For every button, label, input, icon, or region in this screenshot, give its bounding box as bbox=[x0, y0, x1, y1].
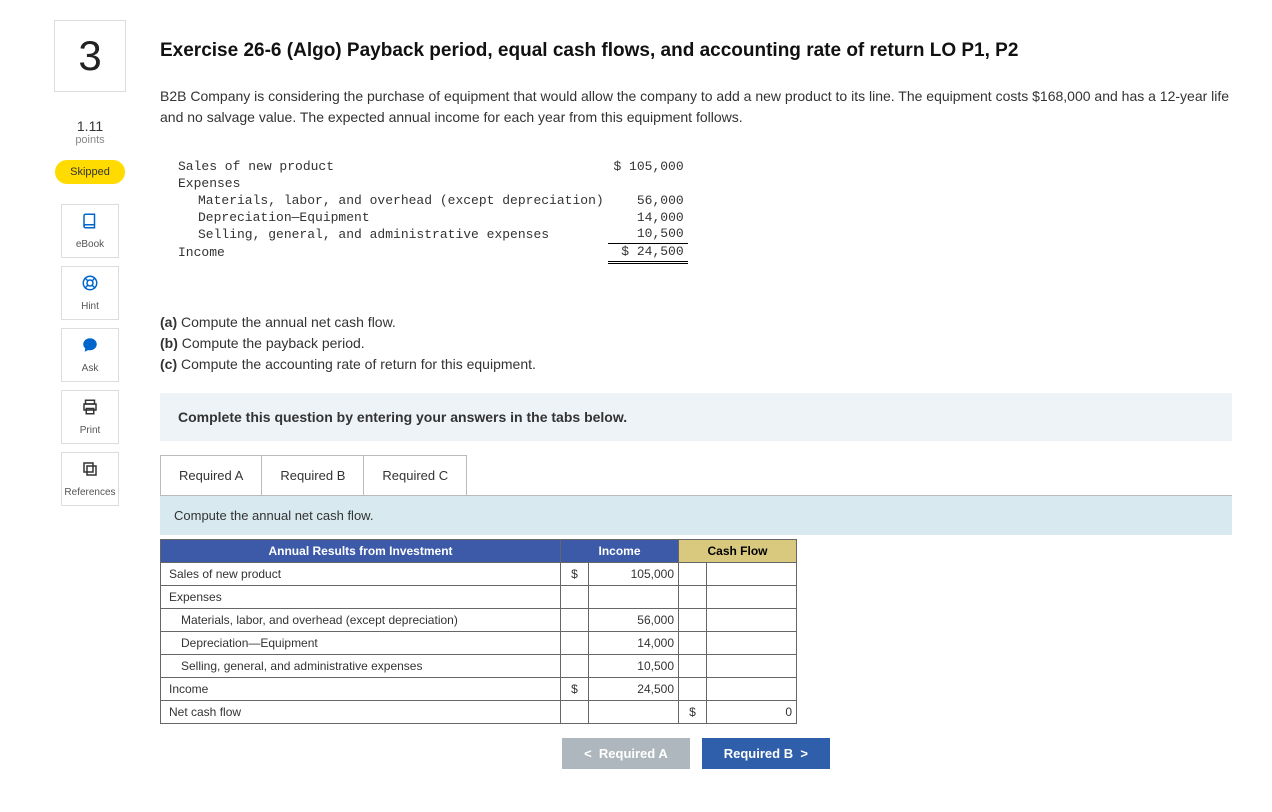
row-dep-label[interactable]: Depreciation—Equipment bbox=[161, 632, 561, 655]
row-income-label[interactable]: Income bbox=[161, 678, 561, 701]
income-statement: Sales of new product$ 105,000 Expenses M… bbox=[174, 142, 1232, 298]
th-income: Income bbox=[561, 540, 679, 563]
part-b-label: (b) bbox=[160, 335, 178, 351]
answer-table: Annual Results from Investment Income Ca… bbox=[160, 539, 797, 724]
part-a-label: (a) bbox=[160, 314, 177, 330]
stmt-mlo-label: Materials, labor, and overhead (except d… bbox=[174, 193, 608, 210]
chevron-left-icon: < bbox=[584, 746, 599, 761]
row-ncf-label[interactable]: Net cash flow bbox=[161, 701, 561, 724]
tab-required-c[interactable]: Required C bbox=[363, 455, 467, 495]
row-sales-val[interactable]: 105,000 bbox=[589, 563, 679, 586]
question-number-box: 3 bbox=[54, 20, 126, 92]
table-row: Sales of new product $ 105,000 bbox=[161, 563, 797, 586]
print-button[interactable]: Print bbox=[61, 390, 119, 444]
stmt-income-label: Income bbox=[174, 244, 608, 263]
stmt-income-amt: $ 24,500 bbox=[608, 244, 688, 263]
book-icon bbox=[81, 212, 99, 235]
ask-label: Ask bbox=[82, 363, 99, 374]
tab-required-b[interactable]: Required B bbox=[261, 455, 364, 495]
row-mlo-val[interactable]: 56,000 bbox=[589, 609, 679, 632]
tab-nav-buttons: < Required A Required B > bbox=[160, 738, 1232, 769]
stmt-exp-label: Expenses bbox=[174, 176, 608, 193]
points-value: 1.11 bbox=[40, 118, 140, 134]
chat-icon bbox=[81, 336, 99, 359]
row-exp-label[interactable]: Expenses bbox=[161, 586, 561, 609]
stmt-dep-label: Depreciation—Equipment bbox=[174, 210, 608, 227]
row-sales-cur: $ bbox=[561, 563, 589, 586]
hint-button[interactable]: Hint bbox=[61, 266, 119, 320]
stmt-sales-amt: $ 105,000 bbox=[608, 159, 688, 176]
table-row: Income $ 24,500 bbox=[161, 678, 797, 701]
references-label: References bbox=[64, 487, 115, 498]
points-label: points bbox=[40, 134, 140, 146]
table-row: Expenses bbox=[161, 586, 797, 609]
copy-icon bbox=[81, 460, 99, 483]
references-button[interactable]: References bbox=[61, 452, 119, 506]
print-label: Print bbox=[80, 425, 101, 436]
ebook-button[interactable]: eBook bbox=[61, 204, 119, 258]
question-parts: (a) Compute the annual net cash flow. (b… bbox=[160, 312, 1232, 375]
stmt-sales-label: Sales of new product bbox=[174, 159, 608, 176]
next-tab-label: Required B bbox=[724, 746, 793, 761]
row-sales-cf-cur bbox=[679, 563, 707, 586]
part-a-text: Compute the annual net cash flow. bbox=[177, 314, 396, 330]
tab-required-a[interactable]: Required A bbox=[160, 455, 262, 495]
row-dep-cf-input[interactable] bbox=[707, 632, 797, 655]
ask-button[interactable]: Ask bbox=[61, 328, 119, 382]
prompt-text: B2B Company is considering the purchase … bbox=[160, 86, 1232, 128]
prev-tab-button[interactable]: < Required A bbox=[562, 738, 690, 769]
row-ncf-val[interactable]: 0 bbox=[707, 701, 797, 724]
th-cashflow: Cash Flow bbox=[679, 540, 797, 563]
part-c-text: Compute the accounting rate of return fo… bbox=[177, 356, 536, 372]
stmt-dep-amt: 14,000 bbox=[608, 210, 688, 227]
stmt-sga-label: Selling, general, and administrative exp… bbox=[174, 226, 608, 243]
sidebar: 3 1.11 points Skipped eBook Hint Ask bbox=[40, 20, 140, 769]
next-tab-button[interactable]: Required B > bbox=[702, 738, 830, 769]
row-income-cur: $ bbox=[561, 678, 589, 701]
points-block: 1.11 points bbox=[40, 118, 140, 146]
printer-icon bbox=[81, 398, 99, 421]
answer-tabs: Required A Required B Required C bbox=[160, 455, 1232, 495]
row-ncf-cur: $ bbox=[679, 701, 707, 724]
row-income-val[interactable]: 24,500 bbox=[589, 678, 679, 701]
main-content: Exercise 26-6 (Algo) Payback period, equ… bbox=[160, 20, 1232, 769]
row-mlo-label[interactable]: Materials, labor, and overhead (except d… bbox=[161, 609, 561, 632]
exercise-title: Exercise 26-6 (Algo) Payback period, equ… bbox=[160, 40, 1232, 62]
ebook-label: eBook bbox=[76, 239, 104, 250]
row-sga-val[interactable]: 10,500 bbox=[589, 655, 679, 678]
row-sales-label[interactable]: Sales of new product bbox=[161, 563, 561, 586]
row-sga-cf-input[interactable] bbox=[707, 655, 797, 678]
prev-tab-label: Required A bbox=[599, 746, 668, 761]
row-sales-cf-input[interactable] bbox=[707, 563, 797, 586]
hint-label: Hint bbox=[81, 301, 99, 312]
skipped-badge: Skipped bbox=[55, 160, 125, 184]
chevron-right-icon: > bbox=[793, 746, 808, 761]
tab-description: Compute the annual net cash flow. bbox=[160, 495, 1232, 535]
stmt-sga-amt: 10,500 bbox=[608, 226, 688, 243]
table-row: Materials, labor, and overhead (except d… bbox=[161, 609, 797, 632]
part-c-label: (c) bbox=[160, 356, 177, 372]
th-results: Annual Results from Investment bbox=[161, 540, 561, 563]
lifebuoy-icon bbox=[81, 274, 99, 297]
stmt-mlo-amt: 56,000 bbox=[608, 193, 688, 210]
row-mlo-cf-input[interactable] bbox=[707, 609, 797, 632]
instruction-bar: Complete this question by entering your … bbox=[160, 393, 1232, 441]
row-dep-val[interactable]: 14,000 bbox=[589, 632, 679, 655]
row-sga-label[interactable]: Selling, general, and administrative exp… bbox=[161, 655, 561, 678]
part-b-text: Compute the payback period. bbox=[178, 335, 365, 351]
table-row: Selling, general, and administrative exp… bbox=[161, 655, 797, 678]
table-row: Net cash flow $ 0 bbox=[161, 701, 797, 724]
table-row: Depreciation—Equipment 14,000 bbox=[161, 632, 797, 655]
